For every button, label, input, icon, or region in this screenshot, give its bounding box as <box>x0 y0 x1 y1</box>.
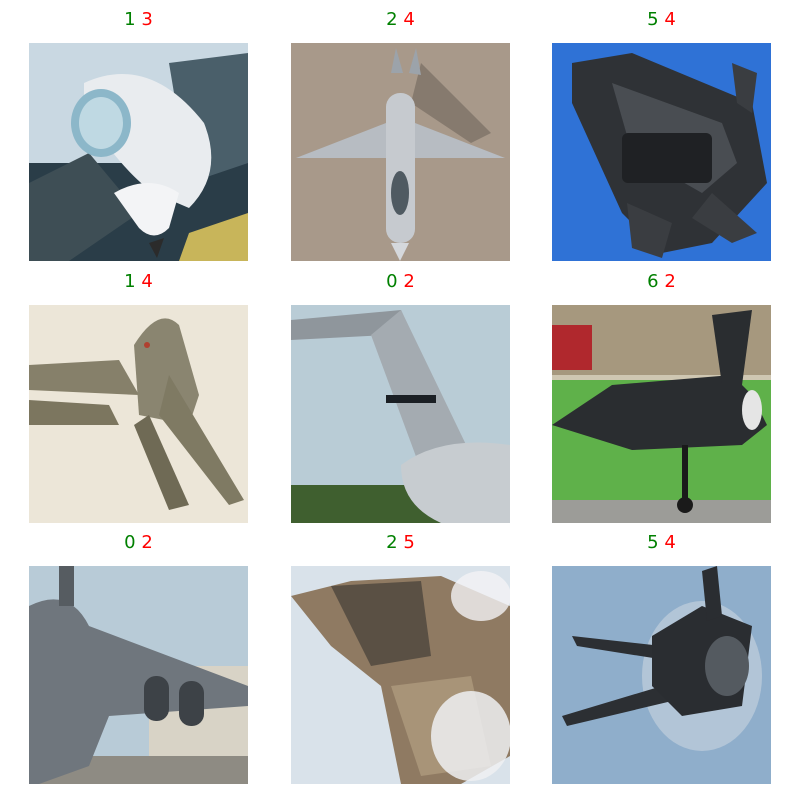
grid-tile-8: 2 5 <box>291 532 510 784</box>
tile-caption: 5 4 <box>552 9 771 31</box>
tile-caption: 6 2 <box>552 271 771 293</box>
tile-caption: 0 2 <box>291 271 510 293</box>
predicted-label: 4 <box>403 9 415 30</box>
predicted-label: 2 <box>403 271 415 292</box>
aircraft-image <box>291 43 510 261</box>
aircraft-image <box>291 566 510 784</box>
predicted-label: 4 <box>664 9 676 30</box>
true-label: 1 <box>124 9 136 30</box>
tile-caption: 2 4 <box>291 9 510 31</box>
true-label: 6 <box>647 271 659 292</box>
predicted-label: 4 <box>664 532 676 553</box>
predicted-label: 4 <box>141 271 153 292</box>
true-label: 5 <box>647 9 659 30</box>
grid-tile-2: 2 4 <box>291 9 510 261</box>
aircraft-image <box>29 43 248 261</box>
predicted-label: 5 <box>403 532 415 553</box>
grid-tile-4: 1 4 <box>29 271 248 523</box>
tile-caption: 2 5 <box>291 532 510 554</box>
predicted-label: 2 <box>141 532 153 553</box>
true-label: 0 <box>124 532 136 553</box>
aircraft-image <box>291 305 510 523</box>
predicted-label: 3 <box>141 9 153 30</box>
predicted-label: 2 <box>664 271 676 292</box>
grid-tile-6: 6 2 <box>552 271 771 523</box>
grid-tile-9: 5 4 <box>552 532 771 784</box>
grid-tile-5: 0 2 <box>291 271 510 523</box>
tile-caption: 5 4 <box>552 532 771 554</box>
grid-tile-3: 5 4 <box>552 9 771 261</box>
aircraft-image <box>552 566 771 784</box>
grid-tile-1: 1 3 <box>29 9 248 261</box>
aircraft-image <box>552 305 771 523</box>
true-label: 1 <box>124 271 136 292</box>
true-label: 2 <box>386 9 398 30</box>
aircraft-image <box>29 566 248 784</box>
aircraft-image <box>552 43 771 261</box>
true-label: 2 <box>386 532 398 553</box>
true-label: 5 <box>647 532 659 553</box>
tile-caption: 1 3 <box>29 9 248 31</box>
aircraft-image <box>29 305 248 523</box>
true-label: 0 <box>386 271 398 292</box>
tile-caption: 0 2 <box>29 532 248 554</box>
grid-tile-7: 0 2 <box>29 532 248 784</box>
tile-caption: 1 4 <box>29 271 248 293</box>
